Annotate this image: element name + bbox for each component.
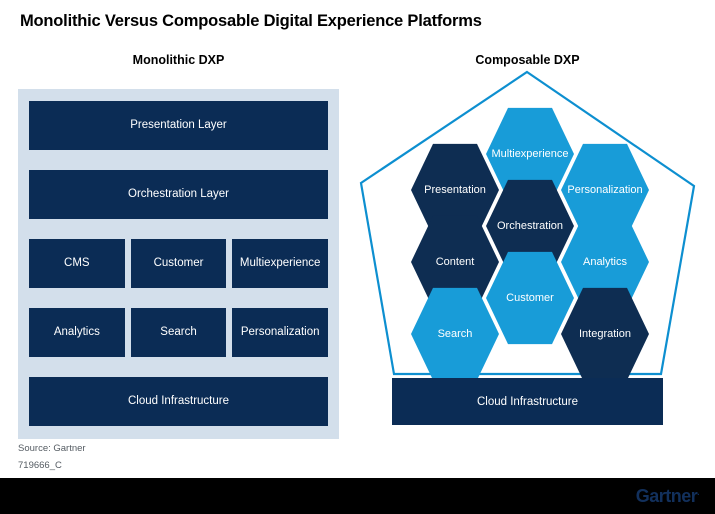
- stack-row: Cloud Infrastructure: [29, 377, 328, 426]
- stack-cell-presentation-layer[interactable]: Presentation Layer: [29, 101, 328, 150]
- gartner-logo-mark: .: [697, 488, 699, 497]
- stack-row: Presentation Layer: [29, 101, 328, 150]
- stack-cell-cms[interactable]: CMS: [29, 239, 125, 288]
- gartner-logo-text: Gartner: [635, 486, 698, 506]
- stack-row: Orchestration Layer: [29, 170, 328, 219]
- source-note: Source: Gartner: [18, 443, 86, 454]
- monolithic-column-heading: Monolithic DXP: [132, 53, 225, 67]
- hexagon-integration[interactable]: Integration: [561, 287, 649, 381]
- figure-id: 719666_C: [18, 460, 62, 471]
- stack-cell-personalization[interactable]: Personalization: [232, 308, 329, 357]
- hexagon-customer[interactable]: Customer: [486, 251, 574, 345]
- stack-cell-orchestration-layer[interactable]: Orchestration Layer: [29, 170, 328, 219]
- stack-cell-cloud-infrastructure[interactable]: Cloud Infrastructure: [29, 377, 328, 426]
- stack-cell-multiexperience[interactable]: Multiexperience: [232, 239, 329, 288]
- composable-column-heading: Composable DXP: [475, 53, 580, 67]
- gartner-logo: Gartner.: [635, 486, 700, 507]
- composable-diagram: Presentation Content Search Multiexperie…: [355, 66, 700, 382]
- composable-cloud-infrastructure-bar[interactable]: Cloud Infrastructure: [392, 378, 663, 425]
- stack-cell-analytics[interactable]: Analytics: [29, 308, 125, 357]
- monolithic-stack-panel: Presentation Layer Orchestration Layer C…: [18, 89, 339, 439]
- stack-cell-search[interactable]: Search: [130, 308, 227, 357]
- stack-cell-customer[interactable]: Customer: [130, 239, 227, 288]
- stack-row: CMS Customer Multiexperience: [29, 239, 329, 288]
- footer-bar: Gartner.: [0, 478, 715, 514]
- hexagon-search[interactable]: Search: [411, 287, 499, 381]
- hexagon-grid: Presentation Content Search Multiexperie…: [355, 66, 700, 382]
- page-title: Monolithic Versus Composable Digital Exp…: [20, 12, 482, 30]
- stack-row: Analytics Search Personalization: [29, 308, 329, 357]
